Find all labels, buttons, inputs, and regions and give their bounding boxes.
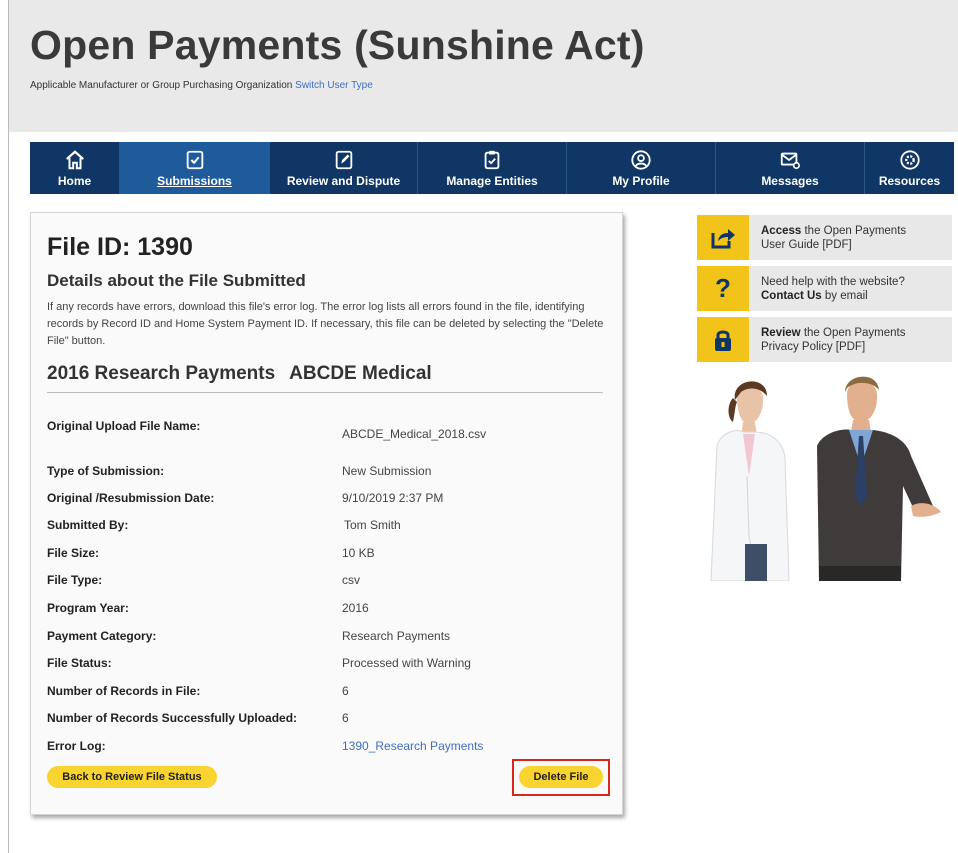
field-label: Payment Category:: [47, 629, 157, 643]
nav-my-profile[interactable]: My Profile: [567, 142, 716, 194]
file-organization: ABCDE Medical: [289, 363, 432, 384]
sidebar-text-a: the Open Payments: [801, 224, 907, 237]
field-value: 2016: [342, 601, 369, 615]
sidebar-user-guide[interactable]: Access the Open Payments User Guide [PDF]: [697, 215, 952, 260]
field-label: Number of Records in File:: [47, 684, 201, 698]
field-value: Research Payments: [342, 629, 451, 643]
field-value: Processed with Warning: [342, 656, 471, 670]
field-label: File Size:: [47, 546, 100, 560]
sidebar-bold: Review: [761, 326, 801, 339]
field-value: Tom Smith: [344, 518, 401, 532]
nav-label: Messages: [761, 173, 819, 188]
sidebar-icon-box: [697, 317, 749, 362]
file-category: 2016 Research Payments: [47, 363, 276, 384]
file-id-title: File ID: 1390: [47, 233, 193, 261]
error-log-value: 1390_Research Payments: [342, 739, 483, 753]
edit-doc-icon: [335, 150, 352, 169]
field-value: csv: [342, 573, 360, 587]
nav-messages[interactable]: Messages: [716, 142, 865, 194]
sidebar-icon-box: [697, 215, 749, 260]
sidebar-text: Review the Open Payments Privacy Policy […: [749, 326, 905, 354]
nav-submissions[interactable]: Submissions: [120, 142, 270, 194]
lock-icon: [715, 330, 731, 351]
field-label: Original /Resubmission Date:: [47, 491, 215, 505]
divider: [47, 392, 603, 393]
nav-label: Submissions: [157, 173, 232, 188]
sidebar-bold: Contact Us: [761, 289, 822, 302]
doctors-photo: [710, 376, 941, 581]
sidebar-text-b: Privacy Policy [PDF]: [761, 340, 866, 353]
nav-label: Home: [57, 173, 92, 188]
delete-file-button[interactable]: Delete File: [519, 766, 603, 788]
sidebar-text: Access the Open Payments User Guide [PDF]: [749, 224, 906, 252]
file-details-card: File ID: 1390 Details about the File Sub…: [30, 212, 623, 815]
user-icon: [631, 149, 651, 170]
sidebar-text-a: the Open Payments: [800, 326, 906, 339]
field-value: ABCDE_Medical_2018.csv: [342, 427, 487, 441]
nav-review-dispute[interactable]: Review and Dispute: [270, 142, 418, 194]
field-label: Submitted By:: [47, 518, 129, 532]
clipboard-icon: [484, 150, 500, 169]
field-label: File Type:: [47, 573, 103, 587]
sidebar-text-b: by email: [821, 289, 868, 302]
nav-label: Manage Entities: [446, 173, 538, 188]
sidebar-text-b: User Guide [PDF]: [761, 238, 852, 251]
field-label: Program Year:: [47, 601, 129, 615]
home-icon: [65, 149, 84, 169]
question-icon: ?: [715, 273, 731, 303]
details-heading: Details about the File Submitted: [47, 271, 306, 290]
nav-manage-entities[interactable]: Manage Entities: [418, 142, 567, 194]
field-value: 6: [342, 711, 349, 725]
nav-label: My Profile: [612, 173, 670, 188]
nav-label: Review and Dispute: [286, 173, 401, 188]
site-title: Open Payments (Sunshine Act): [30, 22, 645, 68]
check-doc-icon: [186, 150, 203, 169]
field-label: Type of Submission:: [47, 464, 165, 478]
sidebar-text: Need help with the website? Contact Us by…: [749, 275, 905, 303]
nav-resources[interactable]: Resources: [865, 142, 954, 194]
nav-home[interactable]: Home: [30, 142, 120, 194]
share-arrow-icon: [711, 228, 735, 248]
field-value: 6: [342, 684, 349, 698]
field-value: 10 KB: [342, 546, 375, 560]
sidebar-text-a: Need help with the website?: [761, 275, 905, 288]
sidebar-contact[interactable]: ? Need help with the website? Contact Us …: [697, 266, 952, 311]
file-heading: 2016 Research Payments ABCDE Medical: [47, 363, 432, 385]
gear-icon: [899, 149, 920, 170]
sidebar-icon-box: ?: [697, 266, 749, 311]
field-label: Error Log:: [47, 739, 106, 753]
user-type-line: Applicable Manufacturer or Group Purchas…: [30, 80, 373, 91]
details-description: If any records have errors, download thi…: [47, 301, 604, 347]
error-log-link[interactable]: 1390_Research Payments: [342, 739, 483, 753]
envelope-icon: [780, 152, 800, 169]
back-to-review-button[interactable]: Back to Review File Status: [47, 766, 217, 788]
main-nav: Home Submissions Review and Dispute Mana…: [30, 142, 954, 194]
field-label: Original Upload File Name:: [47, 419, 201, 433]
field-value: New Submission: [342, 464, 432, 478]
field-value: 9/10/2019 2:37 PM: [342, 491, 444, 505]
user-type-text: Applicable Manufacturer or Group Purchas…: [30, 80, 293, 91]
nav-label: Resources: [878, 173, 941, 188]
sidebar-bold: Access: [761, 224, 802, 237]
sidebar-privacy[interactable]: Review the Open Payments Privacy Policy […: [697, 317, 952, 362]
field-label: File Status:: [47, 656, 112, 670]
field-label: Number of Records Successfully Uploaded:: [47, 711, 298, 725]
switch-user-type-link[interactable]: Switch User Type: [295, 80, 373, 91]
